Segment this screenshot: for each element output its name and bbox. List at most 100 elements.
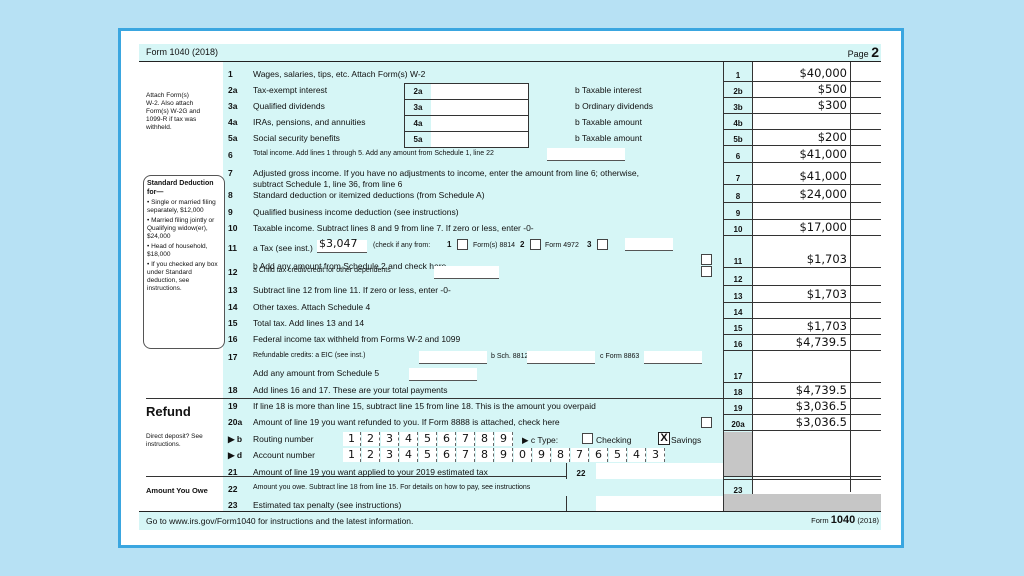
line-text-2: Add any amount from Schedule 5 (253, 368, 380, 378)
line-number: ▶ d (228, 450, 243, 460)
row-divider (723, 113, 881, 114)
account-digit[interactable]: 1 (343, 448, 361, 462)
line-box-label: 19 (733, 404, 743, 413)
account-digit[interactable]: 8 (476, 448, 494, 462)
account-digit[interactable]: 6 (590, 448, 608, 462)
routing-digit[interactable]: 6 (438, 432, 456, 446)
routing-digit[interactable]: 2 (362, 432, 380, 446)
routing-digit[interactable]: 5 (419, 432, 437, 446)
account-digit[interactable]: 3 (381, 448, 399, 462)
line-amount[interactable]: $41,000 (753, 147, 847, 161)
line21-box: 22 (576, 469, 586, 478)
line-amount[interactable]: $17,000 (753, 220, 847, 234)
tax-value[interactable]: $3,047 (319, 237, 358, 250)
line-text: Qualified business income deduction (see… (253, 207, 459, 217)
line21-amount-field[interactable] (596, 463, 724, 479)
line23-amount-field[interactable] (596, 496, 724, 512)
line-box-label: 9 (735, 209, 741, 218)
routing-digit[interactable]: 1 (343, 432, 361, 446)
sub-box-label: 5a (404, 131, 432, 148)
account-digit[interactable]: 9 (495, 448, 513, 462)
form-footer: Go to www.irs.gov/Form1040 for instructi… (139, 512, 881, 530)
account-digit[interactable]: 3 (647, 448, 665, 462)
line-text: Adjusted gross income. If you have no ad… (253, 168, 640, 178)
line-text: Social security benefits (253, 133, 340, 143)
line-amount[interactable]: $3,036.5 (753, 415, 847, 429)
schedule5-field[interactable] (409, 368, 477, 381)
child-tax-credit-field[interactable] (434, 266, 499, 279)
amount-you-owe-label: Amount You Owe (146, 486, 208, 495)
line-amount[interactable]: $500 (753, 82, 847, 96)
footer-form-number: 1040 (830, 514, 856, 526)
footer-form-id: Form 1040 (2018) (811, 514, 879, 526)
line-amount[interactable]: $40,000 (753, 66, 847, 80)
account-digit[interactable]: 7 (571, 448, 589, 462)
form-header: Form 1040 (2018) Page 2 (139, 44, 881, 61)
schedule1-line22-field[interactable] (547, 148, 625, 161)
line-text: Standard deduction or itemized deduction… (253, 190, 485, 200)
line-amount[interactable]: $1,703 (753, 252, 847, 266)
sub-amount-field[interactable] (431, 83, 529, 100)
form8814-checkbox[interactable] (457, 239, 468, 250)
checking-checkbox[interactable] (582, 433, 593, 444)
line-text: Qualified dividends (253, 101, 325, 111)
line-text: Federal income tax withheld from Forms W… (253, 334, 461, 344)
std-item: • Head of household, $18,000 (147, 243, 208, 258)
routing-digit[interactable]: 4 (400, 432, 418, 446)
line-b-text: b Taxable interest (575, 85, 642, 95)
form4972-checkbox[interactable] (530, 239, 541, 250)
routing-digit[interactable]: 3 (381, 432, 399, 446)
account-digit[interactable]: 2 (362, 448, 380, 462)
account-digit[interactable]: 9 (533, 448, 551, 462)
sub-amount-field[interactable] (431, 131, 529, 148)
option3-checkbox[interactable] (597, 239, 608, 250)
account-digit[interactable]: 4 (628, 448, 646, 462)
line-box-label: 8 (735, 192, 741, 201)
account-digit[interactable]: 0 (514, 448, 532, 462)
line-amount[interactable]: $1,703 (753, 319, 847, 333)
sub-amount-field[interactable] (431, 115, 529, 132)
form-label: Form 1040 (2018) (146, 47, 219, 57)
footer-instructions-link[interactable]: Go to www.irs.gov/Form1040 for instructi… (146, 516, 413, 526)
sub-amount-field[interactable] (431, 99, 529, 116)
routing-digit[interactable]: 7 (457, 432, 475, 446)
form8888-checkbox[interactable] (701, 417, 712, 428)
line-number: 7 (228, 168, 233, 178)
account-digit[interactable]: 7 (457, 448, 475, 462)
line-number: 2a (228, 85, 238, 95)
schedule3-checkbox[interactable] (701, 266, 712, 277)
line-number: 10 (228, 223, 238, 233)
line-number: 5a (228, 133, 238, 143)
schedule2-checkbox[interactable] (701, 254, 712, 265)
line-text: Routing number (253, 434, 314, 444)
line-b-text: b Taxable amount (575, 117, 642, 127)
account-digit[interactable]: 8 (552, 448, 570, 462)
account-digit[interactable]: 4 (400, 448, 418, 462)
line-box-label: 14 (733, 308, 743, 317)
line-amount[interactable]: $200 (753, 130, 847, 144)
form8863-field[interactable] (644, 351, 702, 364)
routing-digit[interactable]: 8 (476, 432, 494, 446)
line-number: 13 (228, 285, 238, 295)
sch8812-field[interactable] (527, 351, 595, 364)
line-amount[interactable]: $4,739.5 (753, 383, 847, 397)
account-digit[interactable]: 6 (438, 448, 456, 462)
std-item: • Single or married filing separately, $… (147, 199, 216, 214)
account-digit[interactable]: 5 (609, 448, 627, 462)
savings-checkbox[interactable]: X (658, 432, 670, 445)
line-box-label: 12 (733, 275, 743, 284)
line-number: 14 (228, 302, 238, 312)
line-amount[interactable]: $24,000 (753, 187, 847, 201)
line-amount[interactable]: $41,000 (753, 169, 847, 183)
line-amount[interactable]: $300 (753, 98, 847, 112)
option3-field[interactable] (625, 238, 673, 251)
line-amount[interactable]: $1,703 (753, 287, 847, 301)
account-digit[interactable]: 5 (419, 448, 437, 462)
line-box-label: 20a (731, 420, 745, 429)
routing-digit[interactable]: 9 (495, 432, 513, 446)
line-amount[interactable]: $4,739.5 (753, 335, 847, 349)
option-1: 1 (447, 240, 452, 249)
line-amount[interactable]: $3,036.5 (753, 399, 847, 413)
eic-field[interactable] (419, 351, 487, 364)
line-box-label: 17 (733, 372, 743, 381)
